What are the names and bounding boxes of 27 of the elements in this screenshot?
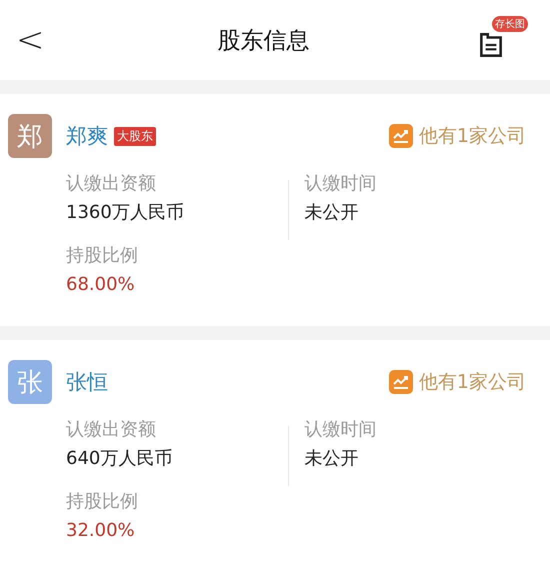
field-label: 认缴出资额 [66, 418, 157, 442]
field-label: 认缴时间 [304, 418, 378, 442]
companies-link[interactable]: 他有1家公司 [388, 369, 526, 395]
field-label: 持股比例 [66, 244, 139, 268]
page-title: 股东信息 [217, 26, 310, 56]
field-value: 640万人民币 [66, 447, 174, 471]
field-value: 1360万人民币 [66, 201, 185, 225]
field-label: 认缴时间 [304, 172, 378, 196]
companies-link[interactable]: 他有1家公司 [388, 123, 526, 149]
tag: 大股东 [114, 126, 156, 146]
back-button[interactable]: < [10, 20, 50, 60]
badge: 存长图 [492, 16, 528, 32]
avatar: 张 [8, 360, 52, 404]
field-value: 未公开 [304, 447, 360, 471]
avatar: 郑 [8, 114, 52, 158]
field-label: 认缴出资额 [66, 172, 157, 196]
save-image-button[interactable]: 存长图 [476, 16, 528, 64]
shareholder-name[interactable]: 郑爽 [66, 122, 108, 150]
field-value: 68.00% [66, 273, 136, 297]
companies-text: 他有1家公司 [418, 370, 526, 395]
field-value: 未公开 [304, 201, 360, 225]
trend-icon [388, 370, 413, 394]
companies-text: 他有1家公司 [418, 124, 526, 149]
field-value: 32.00% [66, 519, 136, 543]
trend-icon [388, 124, 413, 148]
shareholder-name[interactable]: 张恒 [66, 368, 108, 396]
field-label: 持股比例 [66, 490, 139, 514]
